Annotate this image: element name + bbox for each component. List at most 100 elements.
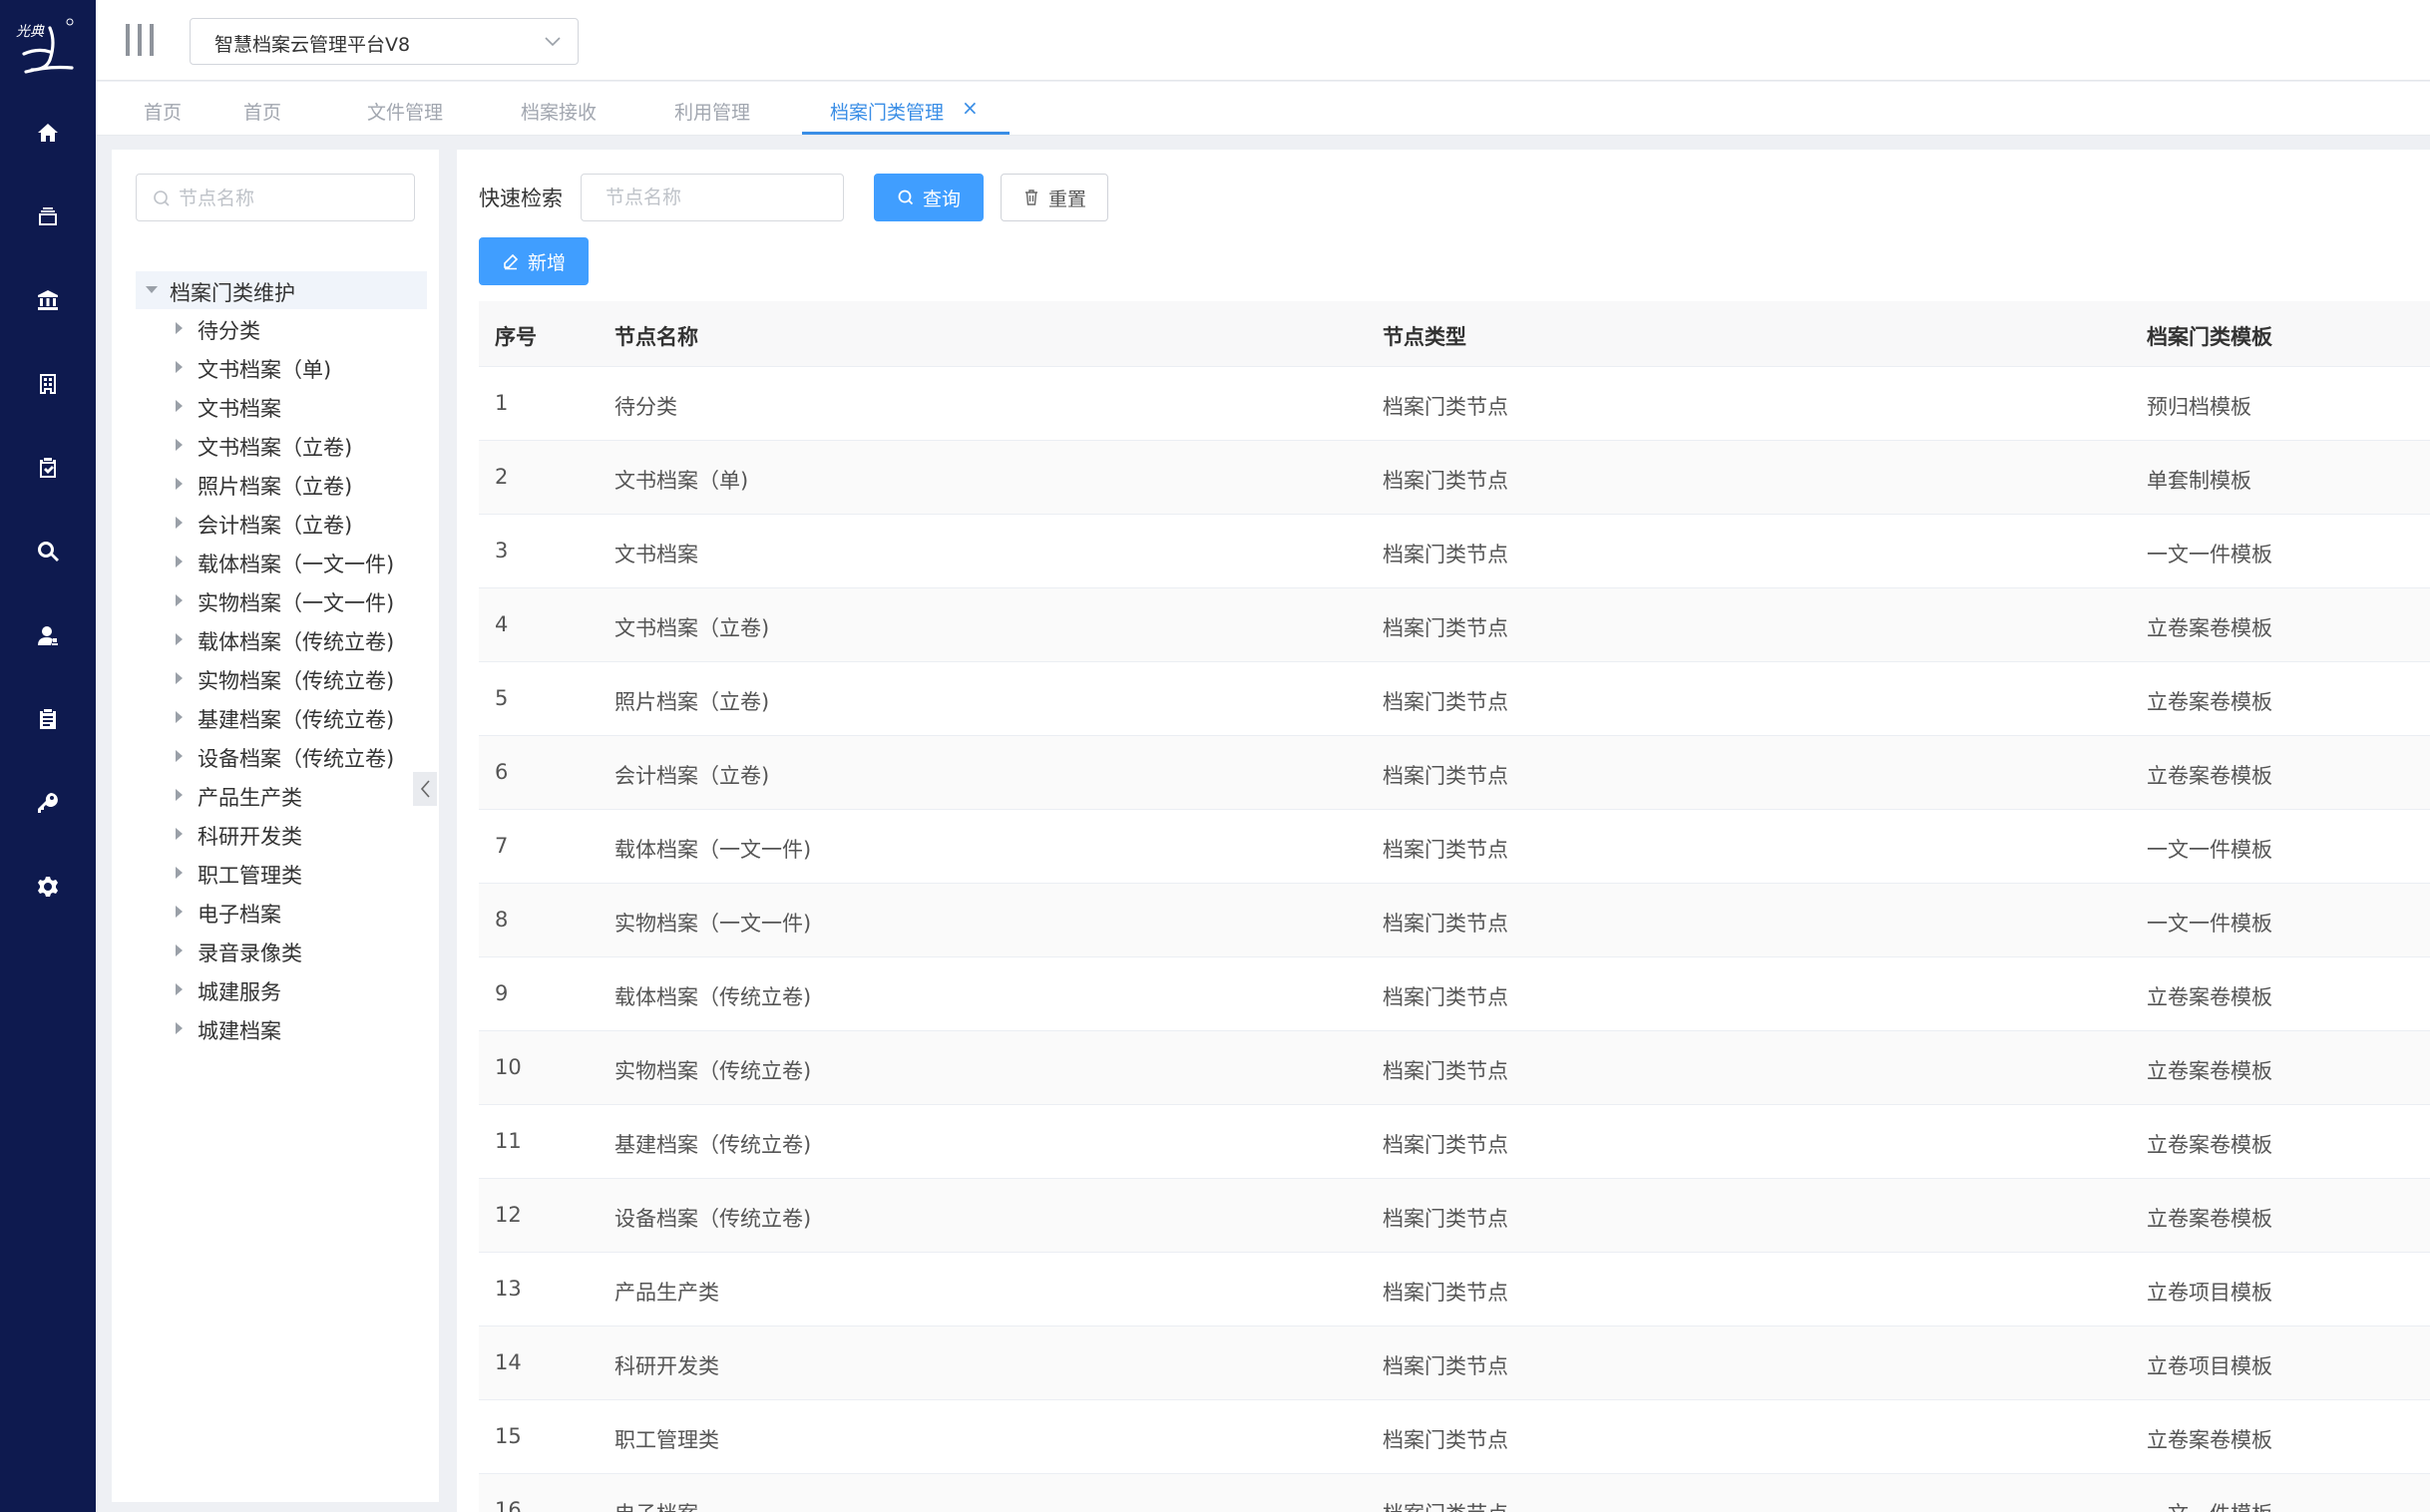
caret-right-icon[interactable]	[176, 750, 183, 762]
table-row[interactable]: 4 文书档案（立卷) 档案门类节点 立卷案卷模板	[479, 588, 2430, 662]
quick-search-input[interactable]	[581, 174, 844, 221]
add-button[interactable]: 新增	[479, 237, 589, 285]
caret-right-icon[interactable]	[176, 1022, 183, 1034]
layers-icon[interactable]	[27, 195, 69, 237]
tab-home-1[interactable]: 首页	[144, 98, 182, 125]
table-row[interactable]: 11 基建档案（传统立卷) 档案门类节点 立卷案卷模板	[479, 1105, 2430, 1179]
cell-node-type: 档案门类节点	[1383, 1498, 1508, 1512]
collapse-panel-handle[interactable]	[413, 772, 437, 806]
cell-template: 一文一件模板	[2147, 543, 2272, 567]
caret-right-icon[interactable]	[176, 361, 183, 373]
tree-node[interactable]: 文书档案（立卷)	[136, 426, 427, 465]
tree-node[interactable]: 产品生产类	[136, 776, 427, 815]
caret-right-icon[interactable]	[176, 400, 183, 412]
tree-node[interactable]: 城建服务	[136, 970, 427, 1009]
tree-node-label: 电子档案	[198, 903, 281, 927]
building-icon[interactable]	[27, 363, 69, 405]
caret-down-icon[interactable]	[146, 286, 158, 293]
cell-index: 4	[495, 612, 509, 636]
tree-search-input[interactable]	[179, 185, 398, 212]
table-row[interactable]: 5 照片档案（立卷) 档案门类节点 立卷案卷模板	[479, 662, 2430, 736]
column-header-node-type[interactable]: 节点类型	[1383, 321, 1466, 351]
cell-index: 9	[495, 981, 509, 1005]
tree-node[interactable]: 载体档案（一文一件)	[136, 543, 427, 581]
cell-node-type: 档案门类节点	[1383, 395, 1508, 419]
column-header-node-name[interactable]: 节点名称	[614, 321, 698, 351]
tree-node-label: 录音录像类	[198, 942, 302, 965]
tab-usage-management[interactable]: 利用管理	[674, 98, 750, 125]
tree-node[interactable]: 基建档案（传统立卷)	[136, 698, 427, 737]
tab-close-icon[interactable]: ×	[962, 96, 979, 120]
caret-right-icon[interactable]	[176, 906, 183, 918]
table-row[interactable]: 13 产品生产类 档案门类节点 立卷项目模板	[479, 1253, 2430, 1326]
user-admin-icon[interactable]	[27, 614, 69, 656]
table-row[interactable]: 8 实物档案（一文一件) 档案门类节点 一文一件模板	[479, 884, 2430, 957]
tree-root-node[interactable]: 档案门类维护	[136, 271, 427, 309]
tab-home-2[interactable]: 首页	[243, 98, 281, 125]
table-row[interactable]: 3 文书档案 档案门类节点 一文一件模板	[479, 515, 2430, 588]
caret-right-icon[interactable]	[176, 828, 183, 840]
gear-icon[interactable]	[27, 866, 69, 908]
tab-file-management[interactable]: 文件管理	[367, 98, 443, 125]
menu-toggle-icon[interactable]	[126, 24, 154, 56]
caret-right-icon[interactable]	[176, 478, 183, 490]
key-icon[interactable]	[27, 782, 69, 824]
reset-button[interactable]: 重置	[1001, 174, 1108, 221]
table-row[interactable]: 2 文书档案（单) 档案门类节点 单套制模板	[479, 441, 2430, 515]
query-button[interactable]: 查询	[874, 174, 984, 221]
document-icon[interactable]	[27, 698, 69, 740]
caret-right-icon[interactable]	[176, 517, 183, 529]
table-row[interactable]: 7 载体档案（一文一件) 档案门类节点 一文一件模板	[479, 810, 2430, 884]
caret-right-icon[interactable]	[176, 867, 183, 879]
column-header-template[interactable]: 档案门类模板	[2147, 321, 2272, 351]
tree-node[interactable]: 载体档案（传统立卷)	[136, 620, 427, 659]
tree-node[interactable]: 设备档案（传统立卷)	[136, 737, 427, 776]
cell-node-name: 产品生产类	[614, 1281, 719, 1305]
table-row[interactable]: 15 职工管理类 档案门类节点 立卷案卷模板	[479, 1400, 2430, 1474]
table-row[interactable]: 16 电子档案 档案门类节点 一文一件模板	[479, 1474, 2430, 1512]
caret-right-icon[interactable]	[176, 945, 183, 956]
caret-right-icon[interactable]	[176, 672, 183, 684]
home-icon[interactable]	[27, 112, 69, 154]
tree-node[interactable]: 城建档案	[136, 1009, 427, 1048]
caret-right-icon[interactable]	[176, 322, 183, 334]
tree-node[interactable]: 实物档案（一文一件)	[136, 581, 427, 620]
tree-node[interactable]: 会计档案（立卷)	[136, 504, 427, 543]
table-row[interactable]: 9 载体档案（传统立卷) 档案门类节点 立卷案卷模板	[479, 957, 2430, 1031]
table-row[interactable]: 1 待分类 档案门类节点 预归档模板	[479, 367, 2430, 441]
platform-select[interactable]: 智慧档案云管理平台V8	[190, 18, 579, 65]
tree-node-label: 会计档案（立卷)	[198, 514, 353, 538]
table-row[interactable]: 6 会计档案（立卷) 档案门类节点 立卷案卷模板	[479, 736, 2430, 810]
tab-category-management[interactable]: 档案门类管理	[830, 98, 944, 125]
column-header-index[interactable]: 序号	[495, 321, 537, 351]
tree-node[interactable]: 职工管理类	[136, 854, 427, 893]
bank-icon[interactable]	[27, 279, 69, 321]
tree-node[interactable]: 科研开发类	[136, 815, 427, 854]
tree-node[interactable]: 实物档案（传统立卷)	[136, 659, 427, 698]
caret-right-icon[interactable]	[176, 439, 183, 451]
tree-node-label: 科研开发类	[198, 825, 302, 849]
tree-node[interactable]: 电子档案	[136, 893, 427, 932]
table-row[interactable]: 14 科研开发类 档案门类节点 立卷项目模板	[479, 1326, 2430, 1400]
caret-right-icon[interactable]	[176, 983, 183, 995]
caret-right-icon[interactable]	[176, 594, 183, 606]
cell-template: 一文一件模板	[2147, 838, 2272, 862]
caret-right-icon[interactable]	[176, 633, 183, 645]
table-row[interactable]: 12 设备档案（传统立卷) 档案门类节点 立卷案卷模板	[479, 1179, 2430, 1253]
cell-index: 5	[495, 686, 509, 710]
tree-node[interactable]: 文书档案（单)	[136, 348, 427, 387]
caret-right-icon[interactable]	[176, 711, 183, 723]
caret-right-icon[interactable]	[176, 556, 183, 567]
tree-node[interactable]: 待分类	[136, 309, 427, 348]
caret-right-icon[interactable]	[176, 789, 183, 801]
cell-node-type: 档案门类节点	[1383, 469, 1508, 493]
tree-node[interactable]: 文书档案	[136, 387, 427, 426]
category-tree: 档案门类维护 待分类 文书档案（单) 文书档案 文书档案（立卷) 照片档案（立卷…	[136, 271, 427, 1048]
tab-archive-receive[interactable]: 档案接收	[521, 98, 597, 125]
table-row[interactable]: 10 实物档案（传统立卷) 档案门类节点 立卷案卷模板	[479, 1031, 2430, 1105]
tree-node[interactable]: 照片档案（立卷)	[136, 465, 427, 504]
cell-template: 预归档模板	[2147, 395, 2251, 419]
search-icon[interactable]	[27, 531, 69, 572]
clipboard-check-icon[interactable]	[27, 447, 69, 489]
tree-node[interactable]: 录音录像类	[136, 932, 427, 970]
